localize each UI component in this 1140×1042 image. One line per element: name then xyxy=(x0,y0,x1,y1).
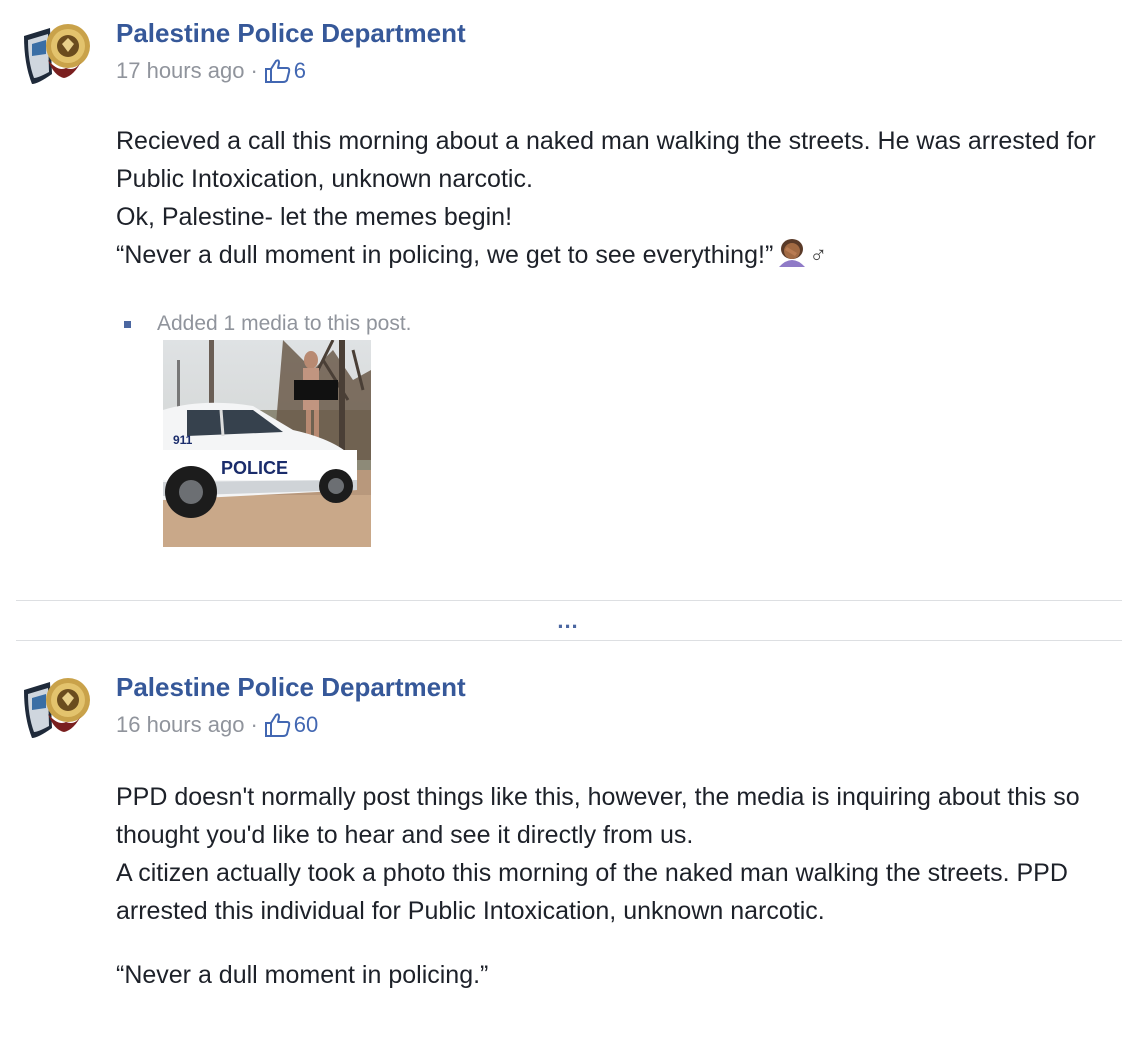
post-quote-text: “Never a dull moment in policing, we get… xyxy=(116,241,774,269)
post-timestamp[interactable]: 16 hours ago xyxy=(116,712,244,738)
woman-facepalming-emoji-icon xyxy=(775,237,809,278)
more-dots-button[interactable]: ... xyxy=(540,610,596,632)
post-body: Recieved a call this morning about a nak… xyxy=(116,122,1116,278)
post-paragraph: Recieved a call this morning about a nak… xyxy=(116,127,1096,193)
media-police-label: POLICE xyxy=(221,458,288,478)
like-count[interactable]: 60 xyxy=(294,712,318,738)
bullet-icon xyxy=(124,320,131,328)
post-paragraph: “Never a dull moment in policing.” xyxy=(116,961,489,989)
post-paragraph-spacer xyxy=(116,930,1116,956)
thumbs-up-icon[interactable] xyxy=(264,712,292,738)
post-paragraph: PPD doesn't normally post things like th… xyxy=(116,783,1080,849)
post-timestamp[interactable]: 17 hours ago xyxy=(116,58,244,84)
post-paragraph-with-emoji: “Never a dull moment in policing, we get… xyxy=(116,236,1116,278)
post-body: PPD doesn't normally post things like th… xyxy=(116,778,1116,994)
post-meta: 17 hours ago · 6 xyxy=(116,58,306,84)
media-unit-number: 911 xyxy=(173,433,193,447)
post-author-link[interactable]: Palestine Police Department xyxy=(116,18,466,49)
meta-separator: · xyxy=(250,58,258,83)
post-divider-top xyxy=(16,600,1122,601)
media-note: Added 1 media to this post. xyxy=(124,312,412,336)
post-divider-bottom xyxy=(16,640,1122,641)
post-paragraph: Ok, Palestine- let the memes begin! xyxy=(116,203,513,231)
thumbs-up-icon[interactable] xyxy=(264,58,292,84)
like-count[interactable]: 6 xyxy=(294,58,306,84)
media-note-text: Added 1 media to this post. xyxy=(157,312,412,335)
police-badge-avatar-icon[interactable] xyxy=(18,14,92,88)
post-paragraph: A citizen actually took a photo this mor… xyxy=(116,859,1068,925)
media-thumbnail[interactable]: 911 POLICE xyxy=(163,340,371,547)
meta-separator: · xyxy=(250,712,258,737)
post-author-link[interactable]: Palestine Police Department xyxy=(116,672,466,703)
police-badge-avatar-icon[interactable] xyxy=(18,668,92,742)
post-meta: 16 hours ago · 60 xyxy=(116,712,318,738)
male-sign-icon: ♂ xyxy=(809,242,828,269)
